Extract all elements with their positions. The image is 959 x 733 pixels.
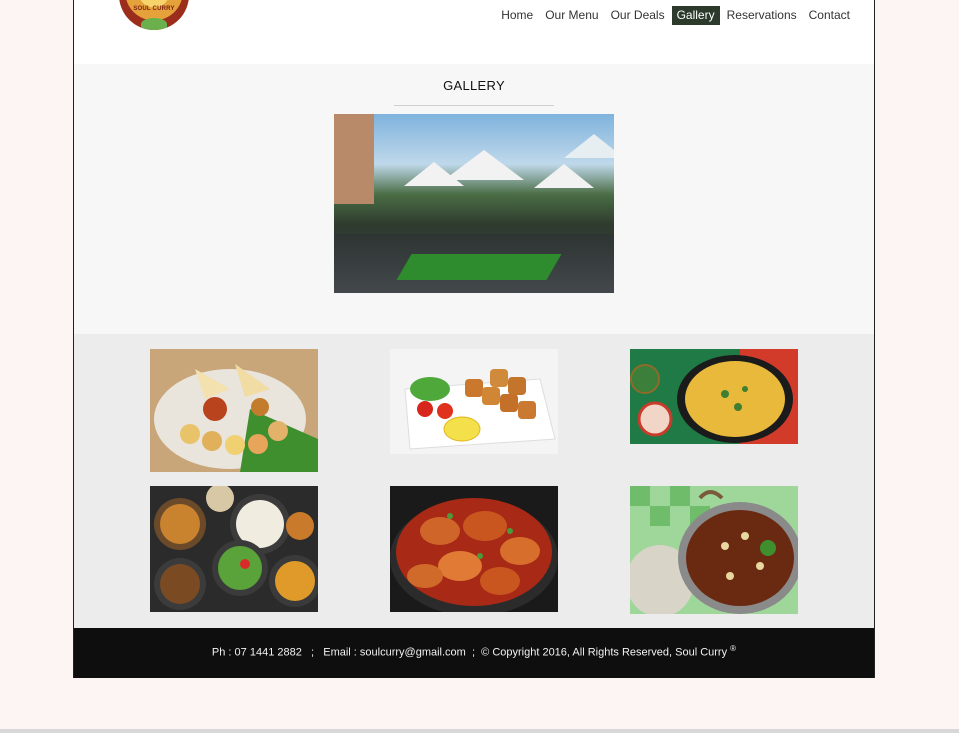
thumb-thali-spread[interactable] <box>150 486 318 612</box>
thumb-chicken-skewers[interactable] <box>390 349 558 454</box>
nav-home[interactable]: Home <box>496 6 538 25</box>
nav-our-menu[interactable]: Our Menu <box>540 6 603 25</box>
logo-text: SOUL CURRY <box>133 6 175 12</box>
gallery-hero-section: GALLERY <box>74 64 874 334</box>
main-nav: Home Our Menu Our Deals Gallery Reservat… <box>494 6 855 25</box>
site-footer: Ph : 07 1441 2882 ; Email : soulcurry@gm… <box>74 628 874 678</box>
nav-our-deals[interactable]: Our Deals <box>606 6 670 25</box>
footer-email[interactable]: Email : soulcurry@gmail.com <box>323 647 466 659</box>
footer-copyright: © Copyright 2016, All Rights Reserved, S… <box>481 646 728 659</box>
logo-leaf-icon <box>141 18 167 30</box>
nav-gallery[interactable]: Gallery <box>671 6 720 25</box>
hero-photo-outdoor-terrace[interactable] <box>334 114 614 293</box>
nav-contact[interactable]: Contact <box>804 6 855 25</box>
site-header: SOUL CURRY Home Our Menu Our Deals Galle… <box>74 0 874 64</box>
thumb-dosa-platter[interactable] <box>150 349 318 472</box>
thumb-black-eyed-pea-curry[interactable] <box>630 486 798 614</box>
gallery-thumbnail-grid <box>74 334 874 628</box>
footer-separator-2: ; <box>471 646 476 659</box>
soul-curry-logo[interactable]: SOUL CURRY <box>119 0 189 30</box>
footer-phone: Ph : 07 1441 2882 <box>211 646 302 659</box>
thumb-yellow-curry-bowl[interactable] <box>630 349 798 444</box>
registered-mark: ® <box>730 644 737 653</box>
title-divider <box>394 105 554 106</box>
footer-separator-1: ; <box>311 646 315 659</box>
window-bottom-bar <box>0 729 959 733</box>
nav-reservations[interactable]: Reservations <box>722 6 802 25</box>
thumb-chilli-chicken[interactable] <box>390 486 558 612</box>
page-title: GALLERY <box>443 78 505 93</box>
page-container: SOUL CURRY Home Our Menu Our Deals Galle… <box>73 0 875 678</box>
